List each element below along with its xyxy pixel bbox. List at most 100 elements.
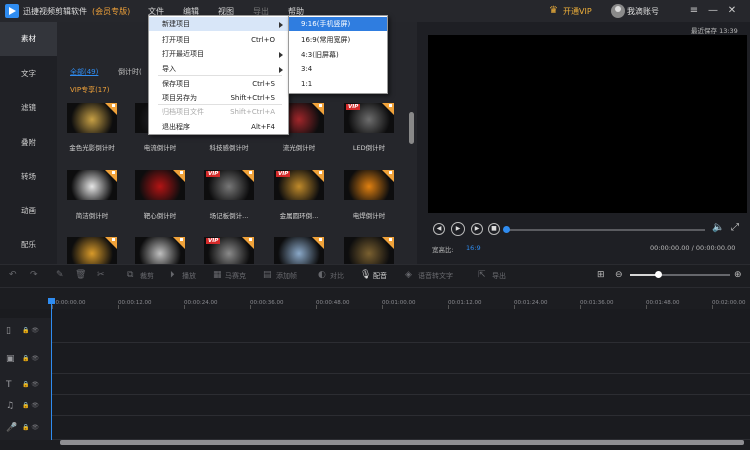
playhead[interactable]	[51, 300, 52, 440]
edit-icon[interactable]: ✎	[56, 270, 66, 280]
split-icon[interactable]: ✂	[97, 270, 107, 280]
material-thumbnail[interactable]: VIP	[204, 237, 254, 267]
undo-icon[interactable]: ↶	[9, 270, 19, 280]
file-menu-item[interactable]: 打开最近项目	[149, 47, 288, 61]
zoom-in-icon[interactable]: ⊕	[734, 270, 744, 280]
download-icon[interactable]	[242, 170, 254, 182]
file-menu-item[interactable]: 退出程序 Alt+F4	[149, 120, 288, 134]
aspect-option[interactable]: 3:4	[289, 62, 387, 76]
track-lock-visibility-icons[interactable]: 🔒 👁	[22, 400, 46, 412]
sidebar-item-material[interactable]: 素材	[0, 22, 57, 56]
sidebar-item-music[interactable]: 配乐	[0, 228, 57, 262]
zoom-out-icon[interactable]: ⊖	[615, 270, 625, 280]
download-icon[interactable]	[105, 237, 117, 249]
play-icon[interactable]: ▶	[451, 222, 465, 236]
track-lock-visibility-icons[interactable]: 🔒 👁	[22, 353, 46, 365]
seek-bar[interactable]	[507, 229, 705, 231]
speech-icon[interactable]: ◈	[405, 270, 415, 280]
timeline-track[interactable]	[0, 318, 750, 343]
file-menu-item[interactable]: 导入	[149, 62, 288, 76]
aspect-option[interactable]: 9:16(手机竖屏)	[289, 17, 387, 31]
seek-handle[interactable]	[503, 226, 510, 233]
tab-all[interactable]: 全部(49)	[70, 67, 98, 77]
download-icon[interactable]	[312, 237, 324, 249]
file-menu-item[interactable]: 保存项目 Ctrl+S	[149, 77, 288, 91]
aspect-option[interactable]: 1:1	[289, 77, 387, 91]
avatar[interactable]	[611, 4, 625, 18]
aspect-option[interactable]: 4:3(旧屏幕)	[289, 48, 387, 62]
close-icon[interactable]: ✕	[724, 3, 740, 19]
timeline-track[interactable]	[0, 343, 750, 374]
account-name[interactable]: 我滴账号	[627, 6, 659, 17]
delete-icon[interactable]: 🗑	[75, 270, 86, 280]
library-scrollbar[interactable]	[409, 112, 414, 144]
playback-button[interactable]: 播放	[182, 271, 196, 281]
material-thumbnail[interactable]	[67, 170, 117, 200]
speech-to-text-button[interactable]: 语音转文字	[418, 271, 453, 281]
download-icon[interactable]	[382, 103, 394, 115]
dub-button[interactable]: 配音	[373, 271, 387, 281]
material-thumbnail[interactable]	[135, 170, 185, 200]
menu-icon[interactable]: ≡	[686, 3, 702, 19]
track-lock-visibility-icons[interactable]: 🔒 👁	[22, 379, 46, 391]
timeline-track[interactable]	[0, 374, 750, 395]
material-thumbnail[interactable]	[67, 103, 117, 133]
download-icon[interactable]	[312, 103, 324, 115]
frame-icon[interactable]: ▤	[263, 270, 273, 280]
material-thumbnail[interactable]: VIP	[344, 103, 394, 133]
material-thumbnail[interactable]	[67, 237, 117, 267]
sidebar-item-text[interactable]: 文字	[0, 57, 57, 91]
download-icon[interactable]	[382, 170, 394, 182]
file-menu-item[interactable]: 归档项目文件 Shift+Ctrl+A	[149, 105, 288, 119]
export-button[interactable]: 导出	[492, 271, 506, 281]
aspect-option[interactable]: 16:9(常用宽屏)	[289, 33, 387, 47]
sidebar-item-filter[interactable]: 滤镜	[0, 91, 57, 125]
redo-icon[interactable]: ↷	[30, 270, 40, 280]
fullscreen-icon[interactable]: ⤢	[731, 222, 739, 233]
tab-vip[interactable]: VIP专享(17)	[70, 85, 109, 95]
vip-button[interactable]: 开通VIP	[563, 6, 592, 17]
export-icon[interactable]: ⇱	[478, 270, 488, 280]
file-menu-item[interactable]: 新建项目	[149, 17, 288, 31]
file-menu-item[interactable]: 打开项目 Ctrl+O	[149, 33, 288, 47]
crop-icon[interactable]: ⧉	[127, 270, 137, 280]
material-thumbnail[interactable]: VIP	[274, 170, 324, 200]
download-icon[interactable]	[382, 237, 394, 249]
dub-icon[interactable]: 🎙	[360, 270, 371, 280]
prev-frame-icon[interactable]: ◀	[433, 223, 445, 235]
volume-icon[interactable]: 🔈	[712, 222, 724, 233]
zoom-slider-handle[interactable]	[655, 271, 662, 278]
contrast-button[interactable]: 对比	[330, 271, 344, 281]
fit-screen-icon[interactable]: ⊞	[597, 270, 607, 280]
download-icon[interactable]	[242, 237, 254, 249]
track-lock-visibility-icons[interactable]: 🔒 👁	[22, 325, 46, 337]
timeline-scrollbar[interactable]	[60, 440, 744, 445]
download-icon[interactable]	[173, 237, 185, 249]
crop-button[interactable]: 裁剪	[140, 271, 154, 281]
stop-icon[interactable]: ■	[488, 223, 500, 235]
playback-icon[interactable]: ⏵	[170, 270, 180, 280]
minimize-icon[interactable]: —	[705, 3, 721, 19]
timeline-track[interactable]	[0, 395, 750, 416]
material-thumbnail[interactable]	[274, 237, 324, 267]
sidebar-item-animation[interactable]: 动画	[0, 194, 57, 228]
download-icon[interactable]	[105, 170, 117, 182]
file-menu-item[interactable]: 项目另存为 Shift+Ctrl+S	[149, 91, 288, 105]
material-thumbnail[interactable]: VIP	[204, 170, 254, 200]
add-frame-button[interactable]: 添加帧	[276, 271, 297, 281]
next-frame-icon[interactable]: ▶	[471, 223, 483, 235]
sidebar-item-overlay[interactable]: 叠附	[0, 126, 57, 160]
material-thumbnail[interactable]	[344, 237, 394, 267]
tab-countdown[interactable]: 倒计时(	[118, 67, 142, 77]
mosaic-icon[interactable]: ▦	[213, 270, 223, 280]
aspect-ratio-value[interactable]: 16:9	[466, 244, 481, 252]
download-icon[interactable]	[173, 170, 185, 182]
contrast-icon[interactable]: ◐	[318, 270, 328, 280]
timeline-track[interactable]	[0, 416, 750, 440]
download-icon[interactable]	[312, 170, 324, 182]
download-icon[interactable]	[105, 103, 117, 115]
mosaic-button[interactable]: 马赛克	[225, 271, 246, 281]
timeline-ruler[interactable]	[0, 289, 750, 309]
playhead-handle[interactable]	[48, 298, 55, 304]
material-thumbnail[interactable]	[344, 170, 394, 200]
